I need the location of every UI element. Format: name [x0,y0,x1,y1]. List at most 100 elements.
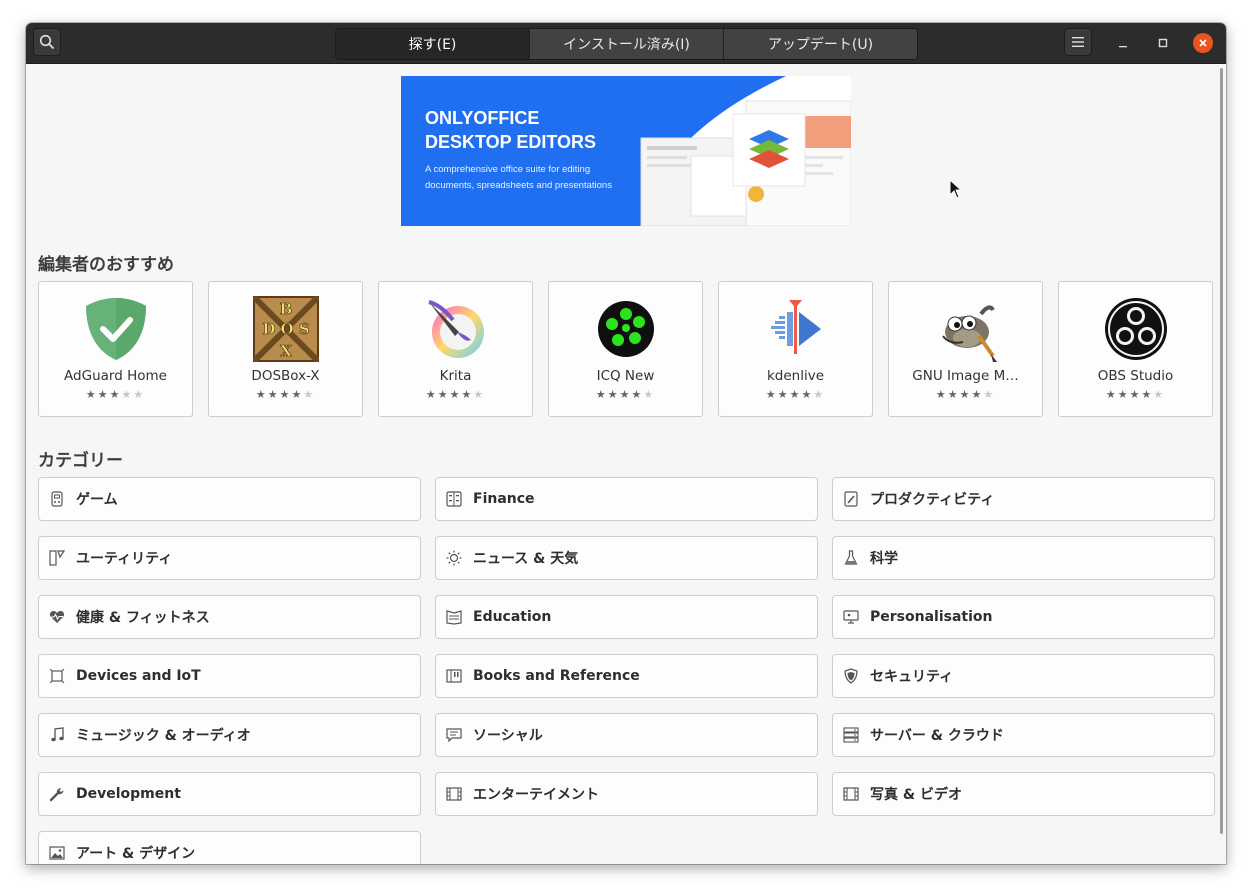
utilities-icon [49,550,65,566]
gimp-wilber-icon [942,305,997,362]
main-content: ONLYOFFICE DESKTOP EDITORS A comprehensi… [26,64,1226,864]
banner-title: ONLYOFFICE DESKTOP EDITORS [425,106,625,154]
star-empty-icon: ★ [303,388,316,401]
app-card-krita[interactable]: Krita ★★★★★ [378,281,533,417]
star-empty-icon: ★ [983,388,996,401]
star-empty-icon: ★ [643,388,656,401]
dosbox-icon: B D O S X [253,296,319,362]
category-label: Finance [473,491,535,507]
tab-explore[interactable]: 探す(E) [336,29,530,59]
category-art-design[interactable]: アート & デザイン [38,831,421,864]
category-education[interactable]: Education [435,595,818,639]
tab-updates[interactable]: アップデート(U) [724,29,917,59]
category-label: 科学 [870,551,898,567]
hamburger-menu-icon [1072,37,1084,47]
mouse-pointer-icon [949,179,963,199]
category-music-audio[interactable]: ミュージック & オーディオ [38,713,421,757]
featured-section-title: 編集者のおすすめ [38,255,174,275]
category-development[interactable]: Development [38,772,421,816]
adguard-shield-icon [86,298,146,360]
star-filled-icon: ★ [1141,388,1154,401]
star-filled-icon: ★ [1105,388,1118,401]
star-filled-icon: ★ [255,388,268,401]
star-filled-icon: ★ [279,388,292,401]
category-devices-iot[interactable]: Devices and IoT [38,654,421,698]
app-card-adguard-home[interactable]: AdGuard Home ★★★★★ [38,281,193,417]
rating-stars: ★★★★★ [1059,388,1212,401]
wrench-icon [49,786,65,802]
category-books-reference[interactable]: Books and Reference [435,654,818,698]
star-empty-icon: ★ [813,388,826,401]
app-card-kdenlive[interactable]: kdenlive ★★★★★ [718,281,873,417]
tab-installed[interactable]: インストール済み(I) [530,29,724,59]
category-label: エンターテイメント [473,787,599,803]
category-label: Devices and IoT [76,668,201,684]
category-photo-video[interactable]: 写真 & ビデオ [832,772,1215,816]
category-utilities[interactable]: ユーティリティ [38,536,421,580]
close-icon [1199,39,1207,47]
category-entertainment[interactable]: エンターテイメント [435,772,818,816]
vertical-scrollbar[interactable] [1220,68,1223,834]
app-name: Krita [439,368,472,384]
category-games[interactable]: ゲーム [38,477,421,521]
category-label: Education [473,609,552,625]
header-bar: 探す(E) インストール済み(I) アップデート(U) [26,23,1226,64]
star-filled-icon: ★ [291,388,304,401]
krita-icon [428,300,484,358]
featured-banner[interactable]: ONLYOFFICE DESKTOP EDITORS A comprehensi… [401,76,851,226]
star-filled-icon: ★ [1129,388,1142,401]
app-card-obs-studio[interactable]: OBS Studio ★★★★★ [1058,281,1213,417]
banner-subtitle: A comprehensive office suite for editing… [425,162,635,194]
rating-stars: ★★★★★ [719,388,872,401]
category-label: ミュージック & オーディオ [76,728,251,744]
chat-bubble-icon [446,727,462,743]
rating-stars: ★★★★★ [379,388,532,401]
category-personalisation[interactable]: Personalisation [832,595,1215,639]
category-finance[interactable]: Finance [435,477,818,521]
category-science[interactable]: 科学 [832,536,1215,580]
svg-text:B: B [280,300,293,318]
star-filled-icon: ★ [971,388,984,401]
category-social[interactable]: ソーシャル [435,713,818,757]
app-card-dosbox-x[interactable]: B D O S X DOSBox-X ★★★★★ [208,281,363,417]
flask-icon [843,550,859,566]
category-productivity[interactable]: プロダクティビティ [832,477,1215,521]
star-filled-icon: ★ [1117,388,1130,401]
star-filled-icon: ★ [85,388,98,401]
rating-stars: ★★★★★ [549,388,702,401]
category-label: ニュース & 天気 [473,551,579,567]
maximize-button[interactable] [1152,32,1174,54]
star-empty-icon: ★ [473,388,486,401]
rating-stars: ★★★★★ [39,388,192,401]
minimize-button[interactable] [1112,32,1134,54]
app-name: ICQ New [596,368,655,384]
category-server-cloud[interactable]: サーバー & クラウド [832,713,1215,757]
star-filled-icon: ★ [607,388,620,401]
app-name: GNU Image M… [912,368,1019,384]
search-button[interactable] [33,28,61,56]
star-filled-icon: ★ [619,388,632,401]
category-label: アート & デザイン [76,846,196,862]
star-filled-icon: ★ [777,388,790,401]
app-card-icq-new[interactable]: ICQ New ★★★★★ [548,281,703,417]
star-filled-icon: ★ [801,388,814,401]
banner-subtitle-line: documents, spreadsheets and presentation… [425,180,612,191]
close-button[interactable] [1193,33,1213,53]
device-icon [49,668,65,684]
monitor-icon [843,609,859,625]
category-label: 写真 & ビデオ [870,787,962,803]
main-menu-button[interactable] [1064,28,1092,56]
category-news-weather[interactable]: ニュース & 天気 [435,536,818,580]
star-filled-icon: ★ [595,388,608,401]
banner-title-line: ONLYOFFICE [425,108,540,128]
banner-subtitle-line: A comprehensive office suite for editing [425,164,591,175]
app-card-gimp[interactable]: GNU Image M… ★★★★★ [888,281,1043,417]
icq-flower-icon [598,301,654,357]
star-filled-icon: ★ [109,388,122,401]
shield-icon [843,668,859,684]
category-health-fitness[interactable]: 健康 & フィットネス [38,595,421,639]
category-security[interactable]: セキュリティ [832,654,1215,698]
star-filled-icon: ★ [947,388,960,401]
star-filled-icon: ★ [449,388,462,401]
category-label: セキュリティ [870,669,954,685]
